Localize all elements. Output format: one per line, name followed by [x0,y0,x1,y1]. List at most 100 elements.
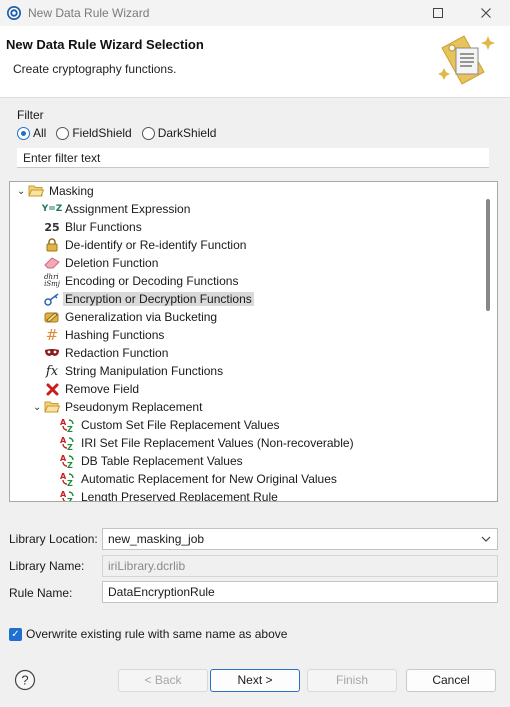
tree-item-custom-set-file[interactable]: AZ Custom Set File Replacement Values [60,416,280,434]
rule-type-tree[interactable]: ⌄ Masking Y=Z Assignment Expression 25 B… [9,181,498,502]
radio-darkshield-label: DarkShield [157,126,217,140]
tree-item-label: Encoding or Decoding Functions [65,274,239,288]
folder-open-icon [44,399,60,415]
key-icon [44,291,60,307]
hash-icon: # [45,326,59,344]
library-name-field: iriLibrary.dcrlib [102,555,498,577]
overwrite-option[interactable]: ✓ Overwrite existing rule with same name… [9,627,287,641]
tree-item-label: Masking [49,184,94,198]
tree-item-deletion-function[interactable]: Deletion Function [44,254,158,272]
blur-icon: 25 [44,220,60,234]
radio-fieldshield[interactable]: FieldShield [56,126,132,140]
library-name-value: iriLibrary.dcrlib [108,559,186,573]
radio-indicator-selected [17,126,30,140]
tree-item-blur-functions[interactable]: 25 Blur Functions [44,218,142,236]
tree-item-deidentify[interactable]: De-identify or Re-identify Function [44,236,246,254]
tree-item-label: Deletion Function [65,256,159,270]
radio-indicator [141,126,155,140]
tree-item-label: De-identify or Re-identify Function [65,238,247,252]
tree-item-label: Assignment Expression [65,202,191,216]
svg-text:A: A [60,418,67,427]
maximize-icon [433,8,443,18]
tree-item-generalization[interactable]: Generalization via Bucketing [44,308,217,326]
tree-item-label: Custom Set File Replacement Values [81,418,280,432]
tree-item-assignment-expression[interactable]: Y=Z Assignment Expression [41,200,191,218]
tree-item-label: String Manipulation Functions [65,364,224,378]
svg-text:Z: Z [67,443,73,451]
tree-scrollbar-thumb[interactable] [486,199,490,311]
tree-item-label: Hashing Functions [65,328,165,342]
red-x-icon [44,381,60,397]
svg-text:Z: Z [67,497,73,502]
rule-name-label: Rule Name: [9,586,73,600]
tree-item-string-manipulation[interactable]: fx String Manipulation Functions [44,362,223,380]
tree-item-encryption[interactable]: Encryption or Decryption Functions [44,290,254,308]
tree-item-masking[interactable]: Masking [28,182,94,200]
tree-item-remove-field[interactable]: Remove Field [44,380,139,398]
library-location-value: new_masking_job [108,532,205,546]
wizard-header: New Data Rule Wizard Selection Create cr… [0,26,510,98]
wizard-banner-icon [438,35,495,85]
radio-all[interactable]: All [17,126,46,140]
assignment-icon: Y=Z [41,204,63,214]
rule-name-value: DataEncryptionRule [108,585,215,599]
tree-item-label: Pseudonym Replacement [65,400,203,414]
next-button[interactable]: Next > [210,669,300,692]
tree-item-hashing[interactable]: # Hashing Functions [44,326,165,344]
svg-text:A: A [60,472,67,481]
tree-item-label: Redaction Function [65,346,169,360]
tree-item-length-preserved[interactable]: AZ Length Preserved Replacement Rule [60,488,278,502]
eraser-icon [44,255,60,271]
filter-input[interactable] [17,148,489,168]
maximize-button[interactable] [420,0,456,26]
radio-darkshield[interactable]: DarkShield [141,126,217,140]
rule-name-input[interactable]: DataEncryptionRule [102,581,498,603]
svg-text:A: A [60,490,67,499]
svg-text:Z: Z [67,479,73,487]
replace-icon: AZ [60,453,76,469]
finish-button[interactable]: Finish [307,669,397,692]
tree-item-label: IRI Set File Replacement Values (Non-rec… [81,436,354,450]
lock-icon [44,237,60,253]
replace-icon: AZ [60,471,76,487]
wizard-subtitle: Create cryptography functions. [13,62,177,76]
tree-item-automatic-replacement[interactable]: AZ Automatic Replacement for New Origina… [60,470,337,488]
window-title: New Data Rule Wizard [28,6,150,20]
overwrite-checkbox[interactable]: ✓ [9,627,22,641]
cancel-button[interactable]: Cancel [406,669,496,692]
svg-text:Z: Z [67,425,73,433]
tree-item-label: Remove Field [65,382,140,396]
library-location-dropdown[interactable]: new_masking_job [102,528,498,550]
close-button[interactable] [468,0,504,26]
tree-item-iri-set-file[interactable]: AZ IRI Set File Replacement Values (Non-… [60,434,354,452]
chevron-down-icon [481,536,491,542]
tree-item-label: DB Table Replacement Values [81,454,243,468]
tree-item-label: Blur Functions [65,220,142,234]
tree-item-encoding[interactable]: dhri iSmj Encoding or Decoding Functions [44,272,238,290]
tree-item-label: Encryption or Decryption Functions [63,292,254,306]
tree-item-label: Generalization via Bucketing [65,310,218,324]
filter-options: All FieldShield DarkShield [17,126,216,140]
tree-item-db-table[interactable]: AZ DB Table Replacement Values [60,452,243,470]
fx-icon: fx [45,363,59,379]
title-bar: New Data Rule Wizard [0,0,510,26]
library-name-label: Library Name: [9,559,85,573]
app-icon [7,6,21,20]
back-button[interactable]: < Back [118,669,208,692]
encoding-icon: dhri iSmj [44,273,60,288]
replace-icon: AZ [60,417,76,433]
svg-text:A: A [60,436,67,445]
help-button[interactable]: ? [14,669,36,691]
replace-icon: AZ [60,489,76,502]
svg-text:Z: Z [67,461,73,469]
radio-all-label: All [33,126,47,140]
tree-item-label: Automatic Replacement for New Original V… [81,472,337,486]
tree-item-redaction[interactable]: Redaction Function [44,344,168,362]
pencil-icon [44,309,60,325]
tree-item-pseudonym-replacement[interactable]: Pseudonym Replacement [44,398,202,416]
svg-text:?: ? [21,673,28,688]
overwrite-label: Overwrite existing rule with same name a… [26,627,288,641]
filter-label: Filter [17,108,44,122]
library-location-label: Library Location: [9,532,98,546]
svg-text:A: A [60,454,67,463]
